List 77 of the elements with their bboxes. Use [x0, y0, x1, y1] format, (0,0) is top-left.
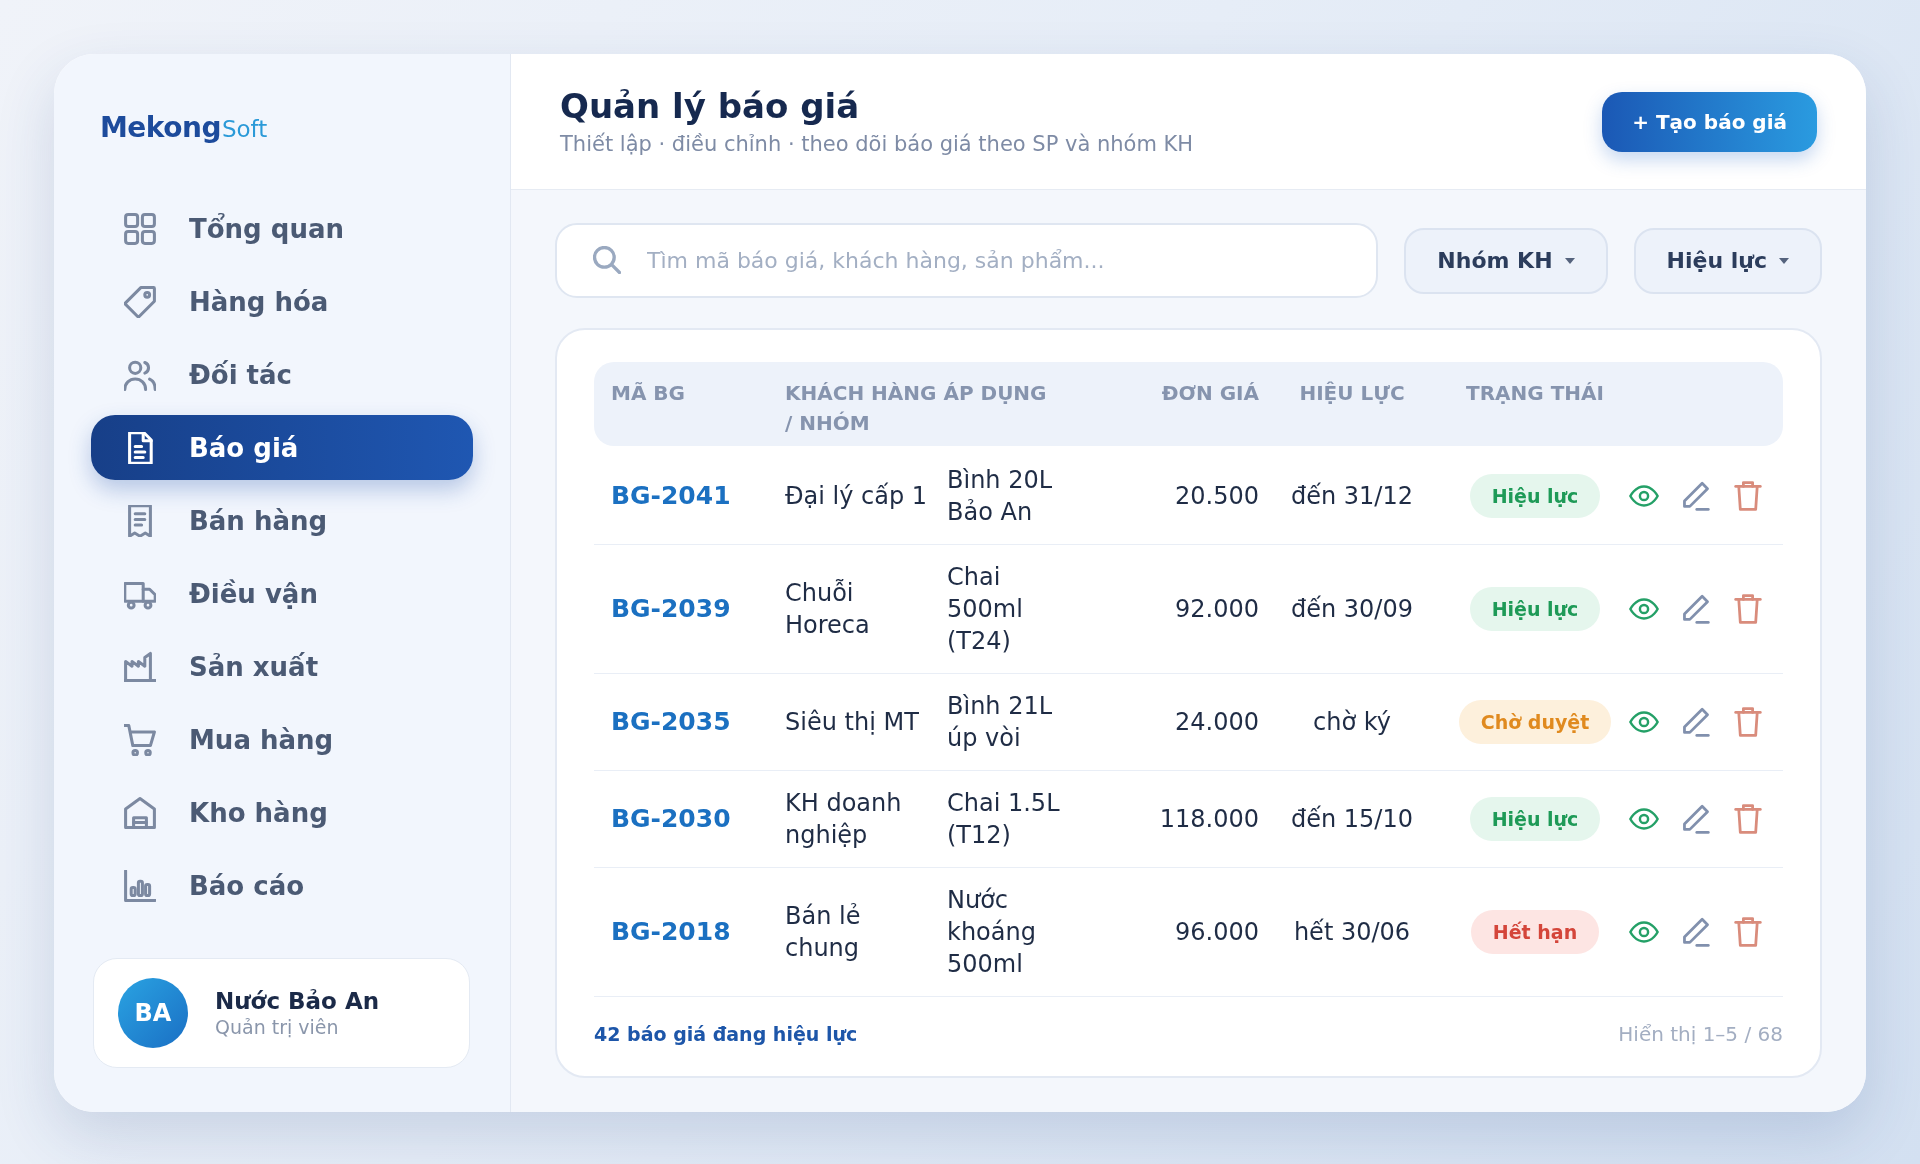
- column-header: HIỆU LỰC: [1299, 380, 1405, 407]
- user-role: Quản trị viên: [215, 1015, 339, 1039]
- status-badge: Hiệu lực: [1469, 474, 1601, 518]
- table-cell-text: đến 31/12: [1291, 481, 1413, 512]
- page-subtitle: Thiết lập · điều chỉnh · theo dõi báo giá theo SP và nhóm KH: [560, 130, 1194, 158]
- nav-item[interactable]: Sản xuất: [91, 634, 473, 699]
- pencil-icon[interactable]: [1681, 481, 1711, 511]
- table-cell-text: Nước khoáng 500ml: [947, 885, 1037, 980]
- filter-dropdown[interactable]: Nhóm KH: [1404, 227, 1608, 294]
- trash-icon[interactable]: [1733, 707, 1763, 737]
- search-icon: [593, 246, 621, 274]
- caret-icon: [1779, 257, 1789, 264]
- table-cell-text: 24.000: [1175, 707, 1259, 738]
- pagination-info: Hiển thị 1–5 / 68: [1618, 1021, 1783, 1048]
- nav-item[interactable]: Đối tác: [91, 342, 473, 407]
- trash-icon[interactable]: [1733, 594, 1763, 624]
- quote-code-link[interactable]: BG-2030: [611, 803, 731, 835]
- table-cell-text: đến 30/09: [1291, 594, 1413, 625]
- nav-item[interactable]: Kho hàng: [91, 780, 473, 845]
- factory-icon: [124, 650, 156, 683]
- table-cell-text: Bán lẻ chung: [785, 901, 862, 964]
- nav-item[interactable]: Báo cáo: [91, 853, 473, 918]
- bar-chart-icon: [124, 869, 156, 902]
- nav-item[interactable]: Bán hàng: [91, 488, 473, 553]
- table-cell-text: 92.000: [1175, 594, 1259, 625]
- people-icon: [124, 358, 156, 391]
- status-badge: Hiệu lực: [1469, 587, 1601, 631]
- trash-icon[interactable]: [1733, 481, 1763, 511]
- column-header: TRẠNG THÁI: [1466, 380, 1604, 407]
- trash-icon[interactable]: [1733, 917, 1763, 947]
- cart-icon: [124, 723, 156, 756]
- table-cell-text: đến 15/10: [1291, 804, 1413, 835]
- trash-icon[interactable]: [1733, 804, 1763, 834]
- nav-item[interactable]: Điều vận: [91, 561, 473, 626]
- page-title: Quản lý báo giá: [560, 85, 860, 126]
- table-cell-text: KH doanh nghiệp: [785, 788, 903, 851]
- column-header: ĐƠN GIÁ: [1161, 380, 1259, 407]
- pencil-icon[interactable]: [1681, 707, 1711, 737]
- nav-item[interactable]: Hàng hóa: [91, 269, 473, 334]
- filter-dropdown[interactable]: Hiệu lực: [1633, 227, 1822, 294]
- search-field[interactable]: Tìm mã báo giá, khách hàng, sản phẩm...: [555, 223, 1379, 298]
- table-cell-text: Bình 21L úp vòi: [947, 691, 1054, 754]
- table-cell-text: 96.000: [1175, 917, 1259, 948]
- quote-code-link[interactable]: BG-2041: [611, 480, 731, 512]
- nav-item[interactable]: Tổng quan: [91, 196, 473, 261]
- status-badge: Chờ duyệt: [1458, 700, 1612, 744]
- quote-code-link[interactable]: BG-2039: [611, 593, 731, 625]
- table-cell-text: Siêu thị MT: [785, 707, 919, 738]
- nav-item[interactable]: Báo giá: [91, 415, 473, 480]
- table-cell-text: chờ ký: [1313, 707, 1391, 738]
- create-quote-button[interactable]: + Tạo báo giá: [1602, 91, 1817, 152]
- nav-item[interactable]: Mua hàng: [91, 707, 473, 772]
- table-cell-text: Bình 20L Bảo An: [947, 465, 1054, 528]
- column-header: MÃ BG: [611, 380, 685, 407]
- table-cell-text: 118.000: [1159, 804, 1259, 835]
- caret-icon: [1564, 257, 1575, 264]
- pencil-icon[interactable]: [1681, 594, 1711, 624]
- table-cell-text: 20.500: [1175, 481, 1259, 512]
- warehouse-icon: [124, 796, 156, 829]
- table-cell-text: Đại lý cấp 1: [785, 481, 928, 512]
- status-badge: Hết hạn: [1470, 910, 1600, 954]
- table-cell-text: Chai 1.5L (T12): [947, 788, 1061, 851]
- pencil-icon[interactable]: [1681, 917, 1711, 947]
- table-cell-text: Chuỗi Horeca: [785, 578, 871, 641]
- brand-logo: MekongSoft: [100, 110, 268, 146]
- grid-icon: [124, 212, 156, 245]
- tag-icon: [124, 285, 156, 318]
- table-cell-text: hết 30/06: [1293, 917, 1411, 948]
- quote-code-link[interactable]: BG-2035: [611, 706, 731, 738]
- column-header: KHÁCH HÀNG ÁP DỤNG / NHÓM: [785, 380, 1048, 437]
- pencil-icon[interactable]: [1681, 804, 1711, 834]
- status-badge: Hiệu lực: [1469, 797, 1601, 841]
- table-cell-text: Chai 500ml (T24): [947, 562, 1024, 657]
- user-name: Nước Bảo An: [215, 987, 380, 1015]
- quote-code-link[interactable]: BG-2018: [611, 916, 731, 948]
- active-count-text: 42 báo giá đang hiệu lực: [594, 1022, 858, 1047]
- avatar-initials: BA: [118, 978, 188, 1048]
